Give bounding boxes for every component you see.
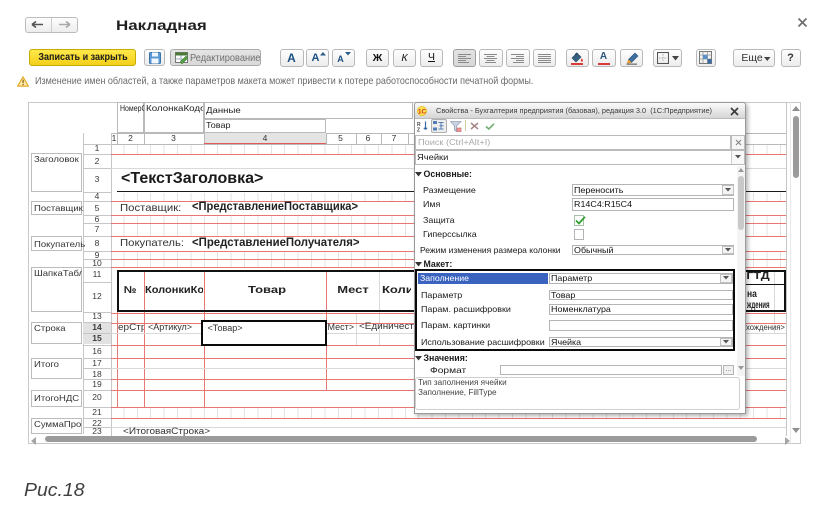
svg-text:1C: 1C — [418, 108, 427, 115]
svg-text:Z: Z — [417, 128, 420, 133]
